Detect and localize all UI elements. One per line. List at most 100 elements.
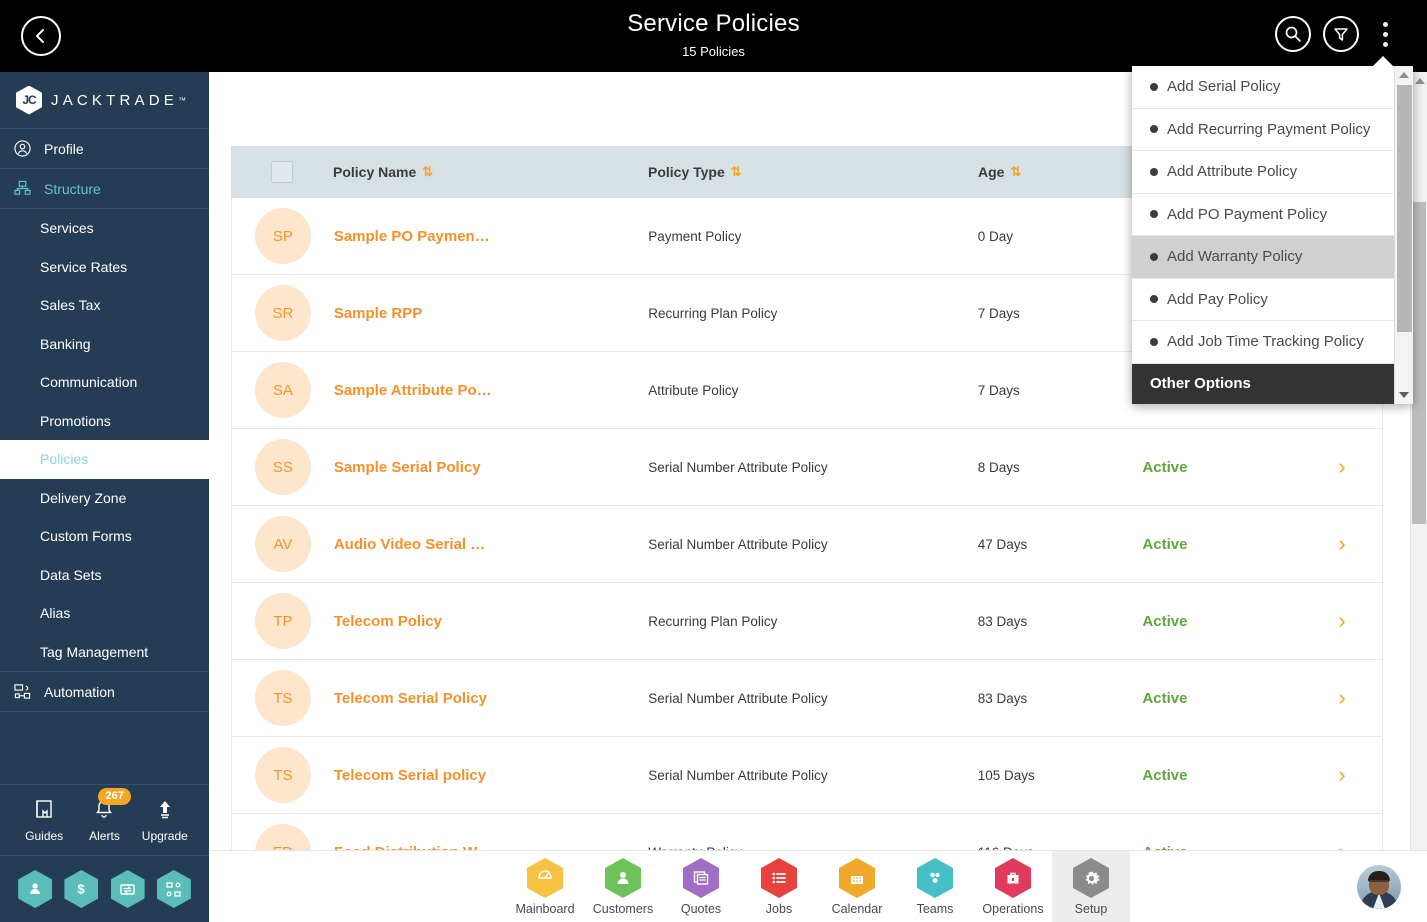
- bottom-nav-calendar[interactable]: Calendar: [818, 851, 896, 922]
- sidebar: JC JACKTRADE ™ Profile Structure Service…: [0, 72, 209, 922]
- scroll-up-button[interactable]: [1395, 66, 1413, 83]
- sidebar-item-label: Services: [40, 220, 94, 237]
- user-avatar[interactable]: [1357, 865, 1401, 909]
- row-policy-name[interactable]: Sample Serial Policy: [334, 459, 648, 476]
- table-row[interactable]: AV Audio Video Serial … Serial Number At…: [231, 506, 1383, 583]
- bottom-nav-setup[interactable]: Setup: [1052, 851, 1130, 922]
- row-policy-name[interactable]: Sample Attribute Po…: [334, 382, 648, 399]
- select-all-checkbox[interactable]: [271, 161, 293, 183]
- table-row[interactable]: TP Telecom Policy Recurring Plan Policy …: [231, 583, 1383, 660]
- sidebar-item-alias[interactable]: Alias: [0, 594, 209, 633]
- bullet-icon: [1150, 125, 1158, 134]
- row-open-button[interactable]: ›: [1302, 839, 1382, 850]
- filter-button[interactable]: [1323, 16, 1359, 52]
- sidebar-item-banking[interactable]: Banking: [0, 325, 209, 364]
- avatar: TP: [254, 593, 311, 649]
- sort-icon[interactable]: ⇅: [1010, 164, 1021, 180]
- page-scrollbar-thumb[interactable]: [1412, 202, 1426, 524]
- row-policy-name[interactable]: Telecom Serial policy: [334, 767, 648, 784]
- chevron-right-icon: ›: [1338, 608, 1346, 633]
- sort-icon[interactable]: ⇅: [731, 164, 742, 180]
- menu-item-add-warranty-policy[interactable]: Add Warranty Policy: [1132, 236, 1413, 279]
- chevron-left-icon: [36, 29, 44, 43]
- page-scroll-up-button[interactable]: [1411, 72, 1427, 89]
- back-button[interactable]: [21, 16, 61, 56]
- row-policy-name[interactable]: Telecom Serial Policy: [334, 690, 648, 707]
- row-policy-name[interactable]: Telecom Policy: [334, 613, 648, 630]
- row-policy-name[interactable]: Sample PO Paymen…: [334, 228, 648, 245]
- search-button[interactable]: [1275, 16, 1311, 52]
- sidebar-item-custom-forms[interactable]: Custom Forms: [0, 517, 209, 556]
- jacktrade-hex-icon: JC: [16, 85, 42, 115]
- brand-logo[interactable]: JC JACKTRADE ™: [0, 72, 209, 129]
- sidebar-item-label: Alias: [40, 605, 71, 622]
- row-open-button[interactable]: ›: [1302, 685, 1382, 711]
- menu-item-add-job-time-tracking-policy[interactable]: Add Job Time Tracking Policy: [1132, 321, 1413, 364]
- row-policy-type: Attribute Policy: [648, 382, 739, 398]
- table-row[interactable]: SS Sample Serial Policy Serial Number At…: [231, 429, 1383, 506]
- sidebar-item-data-sets[interactable]: Data Sets: [0, 556, 209, 595]
- table-row[interactable]: TS Telecom Serial policy Serial Number A…: [231, 737, 1383, 814]
- row-policy-name[interactable]: Audio Video Serial …: [334, 536, 648, 553]
- row-age: 83 Days: [977, 690, 1028, 706]
- quick-action-transfer[interactable]: [110, 870, 145, 908]
- guides-button[interactable]: Guides: [16, 798, 72, 843]
- menu-item-label: Add Pay Policy: [1167, 290, 1268, 308]
- row-open-button[interactable]: ›: [1302, 608, 1382, 634]
- add-policy-dropdown-menu: Add Serial Policy Add Recurring Payment …: [1132, 56, 1413, 404]
- teams-icon: [917, 858, 953, 898]
- quick-action-payments[interactable]: $: [64, 870, 99, 908]
- row-open-button[interactable]: ›: [1302, 454, 1382, 480]
- bottom-nav-teams[interactable]: Teams: [896, 851, 974, 922]
- alerts-button[interactable]: 267 Alerts: [76, 787, 132, 843]
- upgrade-button[interactable]: Upgrade: [137, 798, 193, 843]
- menu-item-add-pay-policy[interactable]: Add Pay Policy: [1132, 279, 1413, 321]
- bottom-nav-label: Operations: [982, 902, 1044, 916]
- table-row[interactable]: TS Telecom Serial Policy Serial Number A…: [231, 660, 1383, 737]
- sidebar-item-automation[interactable]: Automation: [0, 672, 209, 712]
- row-open-button[interactable]: ›: [1302, 762, 1382, 788]
- bottom-nav-customers[interactable]: Customers: [584, 851, 662, 922]
- sidebar-item-delivery-zone[interactable]: Delivery Zone: [0, 479, 209, 518]
- sidebar-item-profile[interactable]: Profile: [0, 129, 209, 169]
- triangle-up-icon: [1399, 71, 1409, 78]
- column-header-policy-name[interactable]: Policy Name ⇅: [333, 164, 648, 180]
- sidebar-item-service-rates[interactable]: Service Rates: [0, 248, 209, 287]
- column-header-policy-type[interactable]: Policy Type ⇅: [648, 164, 978, 180]
- bottom-nav-quotes[interactable]: Quotes: [662, 851, 740, 922]
- menu-item-add-po-payment-policy[interactable]: Add PO Payment Policy: [1132, 194, 1413, 236]
- scrollbar-thumb[interactable]: [1397, 85, 1412, 332]
- column-header-age[interactable]: Age ⇅: [978, 164, 1143, 180]
- sort-icon[interactable]: ⇅: [422, 164, 433, 180]
- utility-label: Guides: [25, 828, 64, 843]
- menu-item-add-recurring-payment-policy[interactable]: Add Recurring Payment Policy: [1132, 109, 1413, 151]
- row-age: 105 Days: [977, 767, 1035, 783]
- sidebar-item-services[interactable]: Services: [0, 209, 209, 248]
- sidebar-item-promotions[interactable]: Promotions: [0, 402, 209, 441]
- menu-item-add-attribute-policy[interactable]: Add Attribute Policy: [1132, 151, 1413, 194]
- scroll-down-button[interactable]: [1395, 387, 1413, 404]
- structure-icon: [14, 180, 38, 197]
- sidebar-item-sales-tax[interactable]: Sales Tax: [0, 286, 209, 325]
- sidebar-item-label: Tag Management: [40, 643, 149, 660]
- bottom-nav-list: Mainboard Customers Quotes Jobs Calendar…: [209, 851, 1427, 922]
- quick-action-person[interactable]: [18, 870, 53, 908]
- sidebar-item-label: Data Sets: [40, 566, 102, 583]
- sidebar-item-tag-management[interactable]: Tag Management: [0, 633, 209, 672]
- menu-item-other-options[interactable]: Other Options: [1132, 363, 1413, 404]
- menu-item-add-serial-policy[interactable]: Add Serial Policy: [1132, 66, 1413, 109]
- row-policy-name[interactable]: Sample RPP: [334, 305, 648, 322]
- avatar: SP: [254, 208, 311, 264]
- dropdown-scrollbar[interactable]: [1394, 66, 1413, 404]
- bottom-nav-mainboard[interactable]: Mainboard: [506, 851, 584, 922]
- row-open-button[interactable]: ›: [1302, 531, 1382, 557]
- sidebar-item-structure[interactable]: Structure: [0, 169, 209, 209]
- kebab-menu-button[interactable]: [1373, 16, 1397, 52]
- bottom-nav-operations[interactable]: Operations: [974, 851, 1052, 922]
- sidebar-item-communication[interactable]: Communication: [0, 363, 209, 402]
- quick-action-workflow[interactable]: [156, 870, 191, 908]
- sidebar-item-label: Banking: [40, 335, 91, 352]
- sidebar-item-policies[interactable]: Policies: [0, 440, 209, 479]
- bottom-nav-jobs[interactable]: Jobs: [740, 851, 818, 922]
- table-row[interactable]: FD Food Distribution W… Warranty Policy …: [231, 814, 1383, 850]
